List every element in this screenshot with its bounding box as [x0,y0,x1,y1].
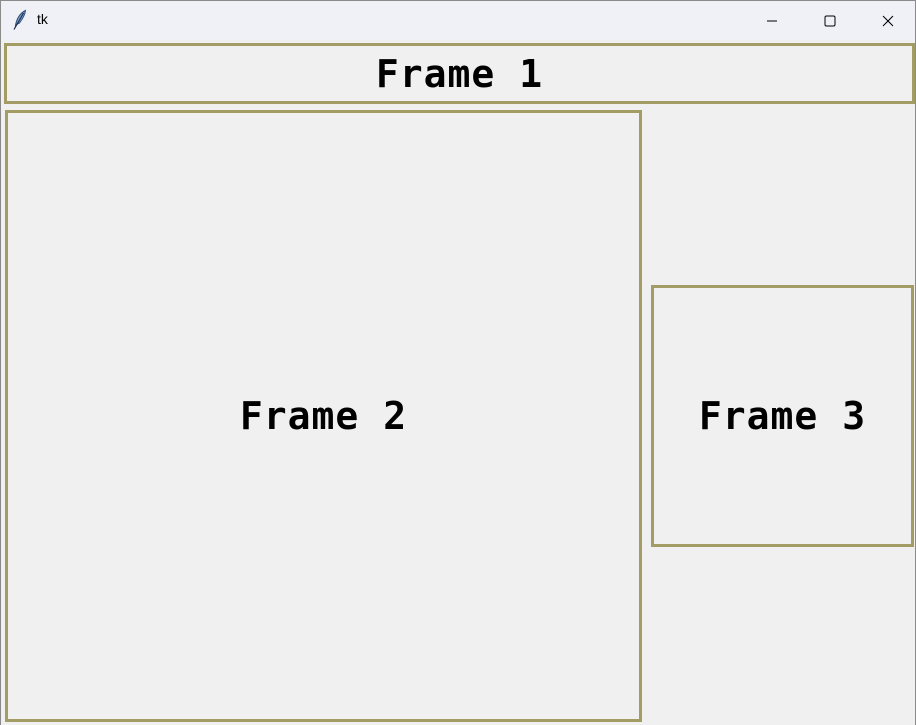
frame-1-label: Frame 1 [375,51,544,96]
maximize-button[interactable] [801,1,859,40]
minimize-icon [767,20,777,21]
close-icon [882,15,894,26]
frame-2-label: Frame 2 [239,394,408,438]
frame-3-label: Frame 3 [698,394,867,438]
close-button[interactable] [859,1,916,40]
window-content: Frame 1 Frame 2 Frame 3 [1,40,915,725]
window-title: tk [37,11,48,27]
app-window: tk Frame 1 Frame 2 Frame 3 [0,0,916,725]
maximize-icon [824,15,836,26]
title-bar[interactable]: tk [1,1,915,40]
frame-2: Frame 2 [5,110,642,722]
feather-icon [11,9,29,31]
frame-1: Frame 1 [4,43,915,104]
frame-3: Frame 3 [651,285,914,547]
minimize-button[interactable] [743,1,801,40]
